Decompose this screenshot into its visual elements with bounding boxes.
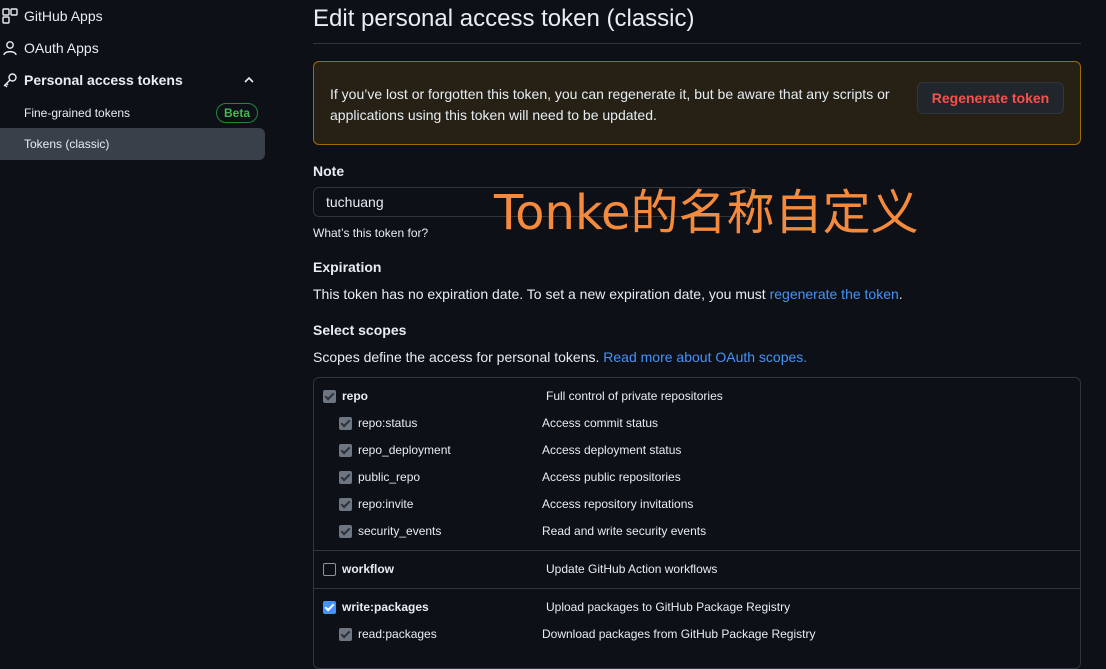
sidebar-item-label: OAuth Apps [24,40,99,56]
sidebar-item-oauth-apps[interactable]: OAuth Apps [0,32,265,64]
scope-row-read-packages: read:packages Download packages from Git… [314,622,1080,649]
sidebar-item-fine-grained[interactable]: Fine-grained tokens Beta [0,97,265,129]
scope-row-workflow: workflow Update GitHub Action workflows [314,557,1080,584]
scope-checkbox[interactable] [323,563,336,576]
scope-checkbox[interactable] [323,601,336,614]
note-label: Note [313,163,345,179]
scopes-label: Select scopes [313,322,407,338]
flash-message: If you’ve lost or forgotten this token, … [330,86,890,123]
scopes-list: repo Full control of private repositorie… [313,377,1081,669]
scope-checkbox[interactable] [323,390,336,403]
scopes-message: Scopes define the access for personal to… [313,349,604,365]
scopes-text: Scopes define the access for personal to… [313,349,807,365]
scope-description: Access public repositories [542,470,681,484]
expiration-suffix: . [898,286,903,302]
sidebar-item-label: Personal access tokens [24,72,183,88]
scope-divider [314,588,1080,589]
scope-description: Access repository invitations [542,497,694,511]
scope-checkbox[interactable] [339,525,352,538]
regenerate-token-link[interactable]: regenerate the token [770,286,899,302]
sidebar-item-github-apps[interactable]: GitHub Apps [0,0,265,32]
scope-description: Download packages from GitHub Package Re… [542,627,816,641]
scope-name: repo:invite [358,497,414,511]
scope-checkbox[interactable] [339,471,352,484]
scope-name: public_repo [358,470,421,484]
oauth-scopes-link[interactable]: Read more about OAuth scopes. [603,349,807,365]
scope-description: Upload packages to GitHub Package Regist… [546,600,791,614]
person-icon [3,41,17,56]
scope-row-security-events: security_events Read and write security … [314,519,1080,546]
scope-name: workflow [342,562,395,576]
scope-name: repo:status [358,416,418,430]
scope-row-public-repo: public_repo Access public repositories [314,465,1080,492]
sidebar-item-label: Fine-grained tokens [24,106,131,120]
scope-row-repo-invite: repo:invite Access repository invitation… [314,492,1080,519]
scope-description: Read and write security events [542,524,707,538]
scope-checkbox[interactable] [339,498,352,511]
scope-description: Full control of private repositories [546,389,723,403]
expiration-message: This token has no expiration date. To se… [313,286,770,302]
warning-flash: If you’ve lost or forgotten this token, … [313,61,1081,145]
apps-icon [2,8,18,24]
scope-row-repo: repo Full control of private repositorie… [314,384,1080,411]
scope-checkbox[interactable] [339,417,352,430]
scope-name: repo_deployment [358,443,451,457]
key-icon [3,73,17,88]
scope-description: Access deployment status [542,443,682,457]
settings-sidebar: GitHub Apps OAuth Apps Personal access t… [0,0,272,651]
expiration-text: This token has no expiration date. To se… [313,286,903,302]
scope-row-repo-status: repo:status Access commit status [314,411,1080,438]
annotation-text: Tonke的名称自定义 [494,185,919,241]
title-divider [313,43,1081,44]
scope-row-repo-deployment: repo_deployment Access deployment status [314,438,1080,465]
expiration-label: Expiration [313,259,382,275]
sidebar-item-tokens-classic[interactable]: Tokens (classic) [0,128,265,160]
scope-description: Update GitHub Action workflows [546,562,718,576]
scope-checkbox[interactable] [339,444,352,457]
sidebar-item-personal-tokens[interactable]: Personal access tokens [0,64,265,96]
scope-name: write:packages [342,600,429,614]
scope-name: read:packages [358,627,437,641]
chevron-up-icon[interactable] [241,72,257,88]
beta-badge: Beta [216,103,259,123]
scope-divider [314,550,1080,551]
note-hint: What’s this token for? [313,226,429,240]
scope-row-write-packages: write:packages Upload packages to GitHub… [314,595,1080,622]
scope-name: repo [342,389,369,403]
regenerate-token-button[interactable]: Regenerate token [917,82,1064,114]
sidebar-item-label: GitHub Apps [24,8,103,24]
scope-description: Access commit status [542,416,659,430]
page-title: Edit personal access token (classic) [313,5,695,32]
scope-checkbox[interactable] [339,628,352,641]
scope-name: security_events [358,524,442,538]
sidebar-item-label: Tokens (classic) [24,137,110,151]
